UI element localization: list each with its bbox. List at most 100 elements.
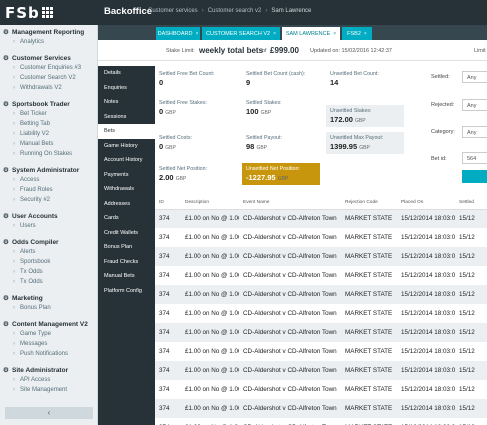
table-cell-rejection-code: MARKET STATE bbox=[341, 323, 397, 342]
stake-limit-type: weekly total bets bbox=[199, 46, 264, 55]
account-menu-payments[interactable]: Payments bbox=[98, 168, 155, 183]
sidebar-item-liability-v2[interactable]: › Liability V2 bbox=[0, 129, 97, 139]
table-row[interactable]: 374£1.00 on No @ 1.06CD-Aldershot v CD-A… bbox=[155, 361, 487, 380]
sidebar-item-running-on-stakes[interactable]: › Running On Stakes bbox=[0, 149, 97, 159]
sidebar-item-tx-odds[interactable]: › Tx Odds bbox=[0, 267, 97, 277]
nav-group-header-management-reporting[interactable]: ⚙ Management Reporting bbox=[0, 25, 97, 37]
stat-number: 172.00 bbox=[330, 115, 353, 124]
sidebar-item-access[interactable]: › Access bbox=[0, 175, 97, 185]
nav-group-header-user-accounts[interactable]: ⚙ User Accounts bbox=[0, 209, 97, 221]
account-menu-details[interactable]: Details bbox=[98, 66, 155, 81]
sidebar-item-alerts[interactable]: › Alerts bbox=[0, 247, 97, 257]
table-row[interactable]: 374£1.00 on No @ 1.06CD-Aldershot v CD-A… bbox=[155, 266, 487, 285]
sidebar-item-label: Withdrawals V2 bbox=[20, 85, 62, 91]
nav-group-header-odds-compiler[interactable]: ⚙ Odds Compiler bbox=[0, 235, 97, 247]
nav-group-title: System Administrator bbox=[12, 166, 80, 174]
breadcrumb-item[interactable]: Customer search v2 bbox=[208, 8, 262, 14]
table-cell-placed-on: 15/12/2014 18:03:05 bbox=[397, 247, 455, 266]
breadcrumb-item[interactable]: Customer services bbox=[148, 8, 198, 14]
chevron-right-icon: › bbox=[13, 65, 15, 71]
account-menu-addresses[interactable]: Addresses bbox=[98, 197, 155, 212]
column-header-event-name[interactable]: Event Name bbox=[239, 197, 341, 210]
sidebar-item-betting-tab[interactable]: › Betting Tab bbox=[0, 119, 97, 129]
close-icon[interactable]: × bbox=[364, 31, 367, 37]
account-menu-fraud-checks[interactable]: Fraud Checks bbox=[98, 255, 155, 270]
tab-fsb2[interactable]: FSB2 × bbox=[342, 27, 372, 40]
nav-group-header-marketing[interactable]: ⚙ Marketing bbox=[0, 291, 97, 303]
table-cell-description: £1.00 on No @ 1.06 bbox=[181, 361, 239, 380]
tab-dashboard[interactable]: DASHBOARD × bbox=[156, 27, 200, 40]
table-row[interactable]: 374£1.00 on No @ 1.06CD-Aldershot v CD-A… bbox=[155, 323, 487, 342]
account-menu-game-history[interactable]: Game History bbox=[98, 139, 155, 154]
account-menu-account-history[interactable]: Account History bbox=[98, 153, 155, 168]
stat-value: 0 GBP bbox=[159, 107, 233, 116]
account-menu-bonus-plan[interactable]: Bonus Plan bbox=[98, 240, 155, 255]
stat-unsettled-net-position: Unsettled Net Position: -1227.95 GBP bbox=[242, 163, 320, 185]
sidebar-item-bonus-plan[interactable]: › Bonus Plan bbox=[0, 303, 97, 313]
table-row[interactable]: 374£1.00 on No @ 1.06CD-Aldershot v CD-A… bbox=[155, 247, 487, 266]
close-icon[interactable]: × bbox=[273, 31, 276, 37]
table-row[interactable]: 374£1.00 on No @ 1.06CD-Aldershot v CD-A… bbox=[155, 418, 487, 425]
sidebar-item-api-access[interactable]: › API Access bbox=[0, 375, 97, 385]
column-header-description[interactable]: Description bbox=[181, 197, 239, 210]
settled-select[interactable]: Any bbox=[462, 71, 487, 83]
sidebar-item-sportsbook[interactable]: › Sportsbook bbox=[0, 257, 97, 267]
account-menu-sessions[interactable]: Sessions bbox=[98, 110, 155, 125]
account-menu-enquiries[interactable]: Enquiries bbox=[98, 81, 155, 96]
table-row[interactable]: 374£1.00 on No @ 1.06CD-Aldershot v CD-A… bbox=[155, 209, 487, 228]
rejected-select[interactable]: Any bbox=[462, 99, 487, 111]
sidebar-item-customer-search-v2[interactable]: › Customer Search V2 bbox=[0, 73, 97, 83]
account-menu-manual-bets[interactable]: Manual Bets bbox=[98, 269, 155, 284]
stat-unit: GBP bbox=[260, 110, 272, 116]
sidebar-item-site-management[interactable]: › Site Management bbox=[0, 385, 97, 395]
table-cell-placed-on: 15/12/2014 18:03:05 bbox=[397, 228, 455, 247]
table-row[interactable]: 374£1.00 on No @ 1.06CD-Aldershot v CD-A… bbox=[155, 399, 487, 418]
table-row[interactable]: 374£1.00 on No @ 1.06CD-Aldershot v CD-A… bbox=[155, 228, 487, 247]
tab-customer-search[interactable]: CUSTOMER SEARCH V2 × bbox=[202, 27, 280, 40]
sidebar-item-security-2[interactable]: › Security #2 bbox=[0, 195, 97, 205]
sidebar-item-game-type[interactable]: › Game Type bbox=[0, 329, 97, 339]
sidebar-item-withdrawals-v2[interactable]: › Withdrawals V2 bbox=[0, 83, 97, 93]
nav-group-sportsbook-trader: ⚙ Sportsbook Trader › Bet Ticker › Betting Ta… bbox=[0, 97, 97, 159]
category-select[interactable]: Any bbox=[462, 126, 487, 138]
fsb-logo[interactable]: FSb bbox=[5, 4, 69, 22]
nav-group-header-site-administrator[interactable]: ⚙ Site Administrator bbox=[0, 363, 97, 375]
sidebar-item-tx-odds[interactable]: › Tx Odds bbox=[0, 277, 97, 287]
sidebar-item-customer-enquiries-3[interactable]: › Customer Enquiries #3 bbox=[0, 63, 97, 73]
column-header-placed-on[interactable]: Placed On bbox=[397, 197, 455, 210]
nav-group-header-customer-services[interactable]: ⚙ Customer Services bbox=[0, 51, 97, 63]
nav-group-header-sportsbook-trader[interactable]: ⚙ Sportsbook Trader bbox=[0, 97, 97, 109]
sidebar-item-push-notifications[interactable]: › Push Notifications bbox=[0, 349, 97, 359]
stat-label: Unsettled Net Position: bbox=[246, 166, 300, 172]
sidebar-item-bet-ticker[interactable]: › Bet Ticker bbox=[0, 109, 97, 119]
close-icon[interactable]: × bbox=[333, 31, 336, 37]
account-menu-cards[interactable]: Cards bbox=[98, 211, 155, 226]
account-menu-credit-wallets[interactable]: Credit Wallets bbox=[98, 226, 155, 241]
sidebar-item-messages[interactable]: › Messages bbox=[0, 339, 97, 349]
sidebar-item-analytics[interactable]: › Analytics bbox=[0, 37, 97, 47]
nav-group-header-system-administrator[interactable]: ⚙ System Administrator bbox=[0, 163, 97, 175]
sidebar-collapse-button[interactable]: ‹ bbox=[5, 407, 93, 419]
column-header-rejection-code[interactable]: Rejection Code bbox=[341, 197, 397, 210]
sidebar-item-fraud-roles[interactable]: › Fraud Roles bbox=[0, 185, 97, 195]
stake-limit-label: Stake Limit: bbox=[166, 48, 195, 54]
bet-id-input[interactable]: 564 bbox=[462, 152, 487, 164]
close-icon[interactable]: × bbox=[195, 31, 198, 37]
sidebar-item-manual-bets[interactable]: › Manual Bets bbox=[0, 139, 97, 149]
table-row[interactable]: 374£1.00 on No @ 1.06CD-Aldershot v CD-A… bbox=[155, 285, 487, 304]
search-button[interactable] bbox=[462, 170, 487, 183]
nav-group-header-content-management-v2[interactable]: ⚙ Content Management V2 bbox=[0, 317, 97, 329]
account-menu-bets[interactable]: Bets bbox=[98, 124, 155, 139]
stat-label: Settled Bet Count (cash): bbox=[246, 71, 306, 77]
account-menu-platform-config[interactable]: Platform Config bbox=[98, 284, 155, 299]
account-menu-withdrawals[interactable]: Withdrawals bbox=[98, 182, 155, 197]
tab-sam-lawrence[interactable]: SAM LAWRENCE × bbox=[282, 27, 340, 40]
limits-link[interactable]: Limit bbox=[474, 48, 486, 54]
account-menu-notes[interactable]: Notes bbox=[98, 95, 155, 110]
table-row[interactable]: 374£1.00 on No @ 1.06CD-Aldershot v CD-A… bbox=[155, 342, 487, 361]
table-row[interactable]: 374£1.00 on No @ 1.06CD-Aldershot v CD-A… bbox=[155, 380, 487, 399]
sidebar-item-users[interactable]: › Users bbox=[0, 221, 97, 231]
column-header-settled[interactable]: Settled bbox=[455, 197, 487, 210]
column-header-id[interactable]: ID bbox=[155, 197, 181, 210]
table-row[interactable]: 374£1.00 on No @ 1.06CD-Aldershot v CD-A… bbox=[155, 304, 487, 323]
